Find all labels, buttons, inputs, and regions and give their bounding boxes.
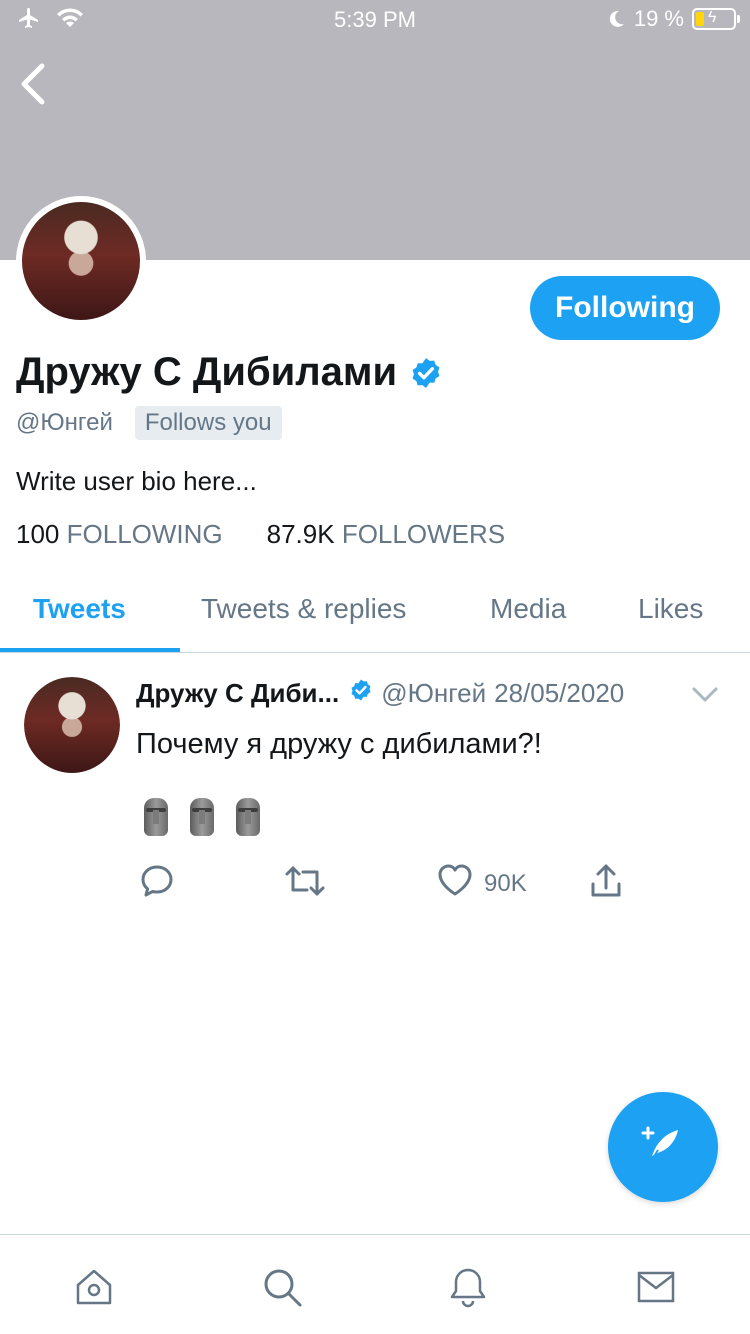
search-icon [260,1269,304,1313]
follows-you-badge: Follows you [134,406,282,440]
tab-likes[interactable]: Likes [638,593,703,625]
nav-home[interactable] [72,1265,116,1309]
retweet-icon [284,862,326,907]
profile-display-name: Дружу С Дибилами [16,350,443,395]
like-count: 90K [484,869,527,897]
profile-avatar[interactable] [16,196,146,326]
share-icon [588,862,624,907]
retweet-button[interactable] [284,862,326,907]
handle-row: @Юнгей Follows you [16,406,282,440]
notifications-icon [446,1268,490,1313]
moai-emoji-icon [232,796,264,838]
nav-search[interactable] [260,1265,304,1309]
tweet-emoji-row [140,796,264,838]
battery-percent: 19 % [633,6,684,31]
compose-icon [638,1120,688,1175]
following-stat[interactable]: 100 FOLLOWING [16,519,223,550]
tweet-author-name[interactable]: Дружу С Диби... [136,678,339,709]
tab-tweets[interactable]: Tweets [33,593,126,625]
moon-icon [606,9,626,29]
tweet-actions: 90K [138,862,638,902]
profile-tabs: Tweets Tweets & replies Media Likes [0,575,750,653]
status-bar: 5:39 PM 19 % ϟ [0,0,750,40]
display-name-text: Дружу С Дибилами [16,350,398,394]
compose-tweet-button[interactable] [608,1092,718,1202]
tweet-avatar[interactable] [24,677,120,773]
tab-tweets-replies[interactable]: Tweets & replies [201,593,406,625]
nav-messages[interactable] [634,1265,678,1309]
following-count: 100 [16,519,60,549]
like-button[interactable]: 90K [436,862,527,905]
tweet-date: 28/05/2020 [494,678,625,708]
tweet-text: Почему я дружу с дибилами?! [136,728,542,760]
followers-count: 87.9K [266,519,335,549]
bottom-navigation [0,1234,750,1334]
tweet-header: Дружу С Диби... @Юнгей 28/05/2020 [136,678,624,709]
active-tab-indicator [0,648,180,652]
tab-media[interactable]: Media [490,593,566,625]
moai-emoji-icon [140,796,172,838]
verified-icon [409,356,443,390]
followers-label: FOLLOWERS [341,519,506,549]
profile-bio: Write user bio here... [16,466,257,496]
share-button[interactable] [588,862,624,907]
moai-emoji-icon [186,796,218,838]
back-chevron-icon[interactable] [14,60,54,108]
profile-stats: 100 FOLLOWING 87.9K FOLLOWERS [16,519,505,550]
nav-notifications[interactable] [446,1265,490,1309]
following-label: FOLLOWING [66,519,223,549]
following-button[interactable]: Following [530,276,720,340]
followers-stat[interactable]: 87.9K FOLLOWERS [267,519,505,550]
reply-button[interactable] [138,862,176,907]
chevron-down-icon[interactable] [690,682,720,711]
home-icon [72,1269,116,1313]
verified-icon [349,678,373,709]
reply-icon [138,862,176,907]
profile-handle: @Юнгей [16,409,113,436]
tweet-author-handle: @Юнгей [381,678,487,708]
messages-icon [634,1271,678,1313]
battery-icon: ϟ [692,8,740,30]
like-icon [436,862,474,905]
